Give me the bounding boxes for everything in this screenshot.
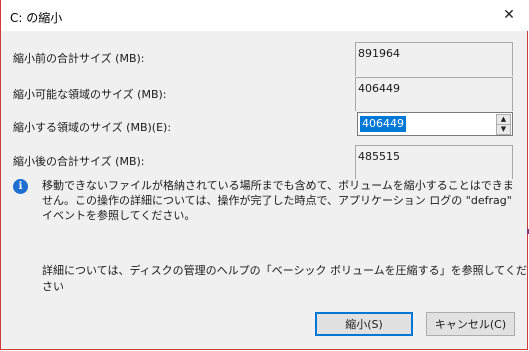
shrink-amount-label: 縮小する領域のサイズ (MB)(E): [13,121,172,134]
total-size-before-value: 891964 [355,42,513,76]
help-message: 詳細については、ディスクの管理のヘルプの「ベーシック ボリュームを圧縮する」を参… [42,264,527,293]
close-button[interactable]: ✕ [498,4,520,26]
total-size-after-label: 縮小後の合計サイズ (MB): [13,155,145,168]
total-size-after-value: 485515 [355,145,513,179]
close-icon: ✕ [503,7,515,23]
chevron-up-icon: ▲ [500,115,507,123]
chevron-down-icon: ▼ [500,125,507,133]
info-icon: i [13,179,28,194]
shrinkable-size-label: 縮小可能な領域のサイズ (MB): [13,88,167,101]
shrink-button[interactable]: 縮小(S) [315,312,413,336]
title-bar: C: の縮小 ✕ [1,0,528,31]
total-size-before-label: 縮小前の合計サイズ (MB): [13,52,145,65]
spin-down-button[interactable]: ▼ [496,124,511,135]
info-message: 移動できないファイルが格納されている場所までも含めて、ボリュームを縮小することは… [42,179,514,222]
spinner-buttons: ▲ ▼ [496,114,511,135]
shrink-dialog: C: の縮小 ✕ 縮小前の合計サイズ (MB): 891964 縮小可能な領域の… [0,0,528,350]
window-title: C: の縮小 [10,11,63,25]
cancel-button[interactable]: キャンセル(C) [426,312,515,336]
shrink-amount-input[interactable]: 406449 [360,116,406,132]
shrink-amount-spinner[interactable]: 406449 ▲ ▼ [357,112,513,136]
shrinkable-size-value: 406449 [355,77,513,111]
